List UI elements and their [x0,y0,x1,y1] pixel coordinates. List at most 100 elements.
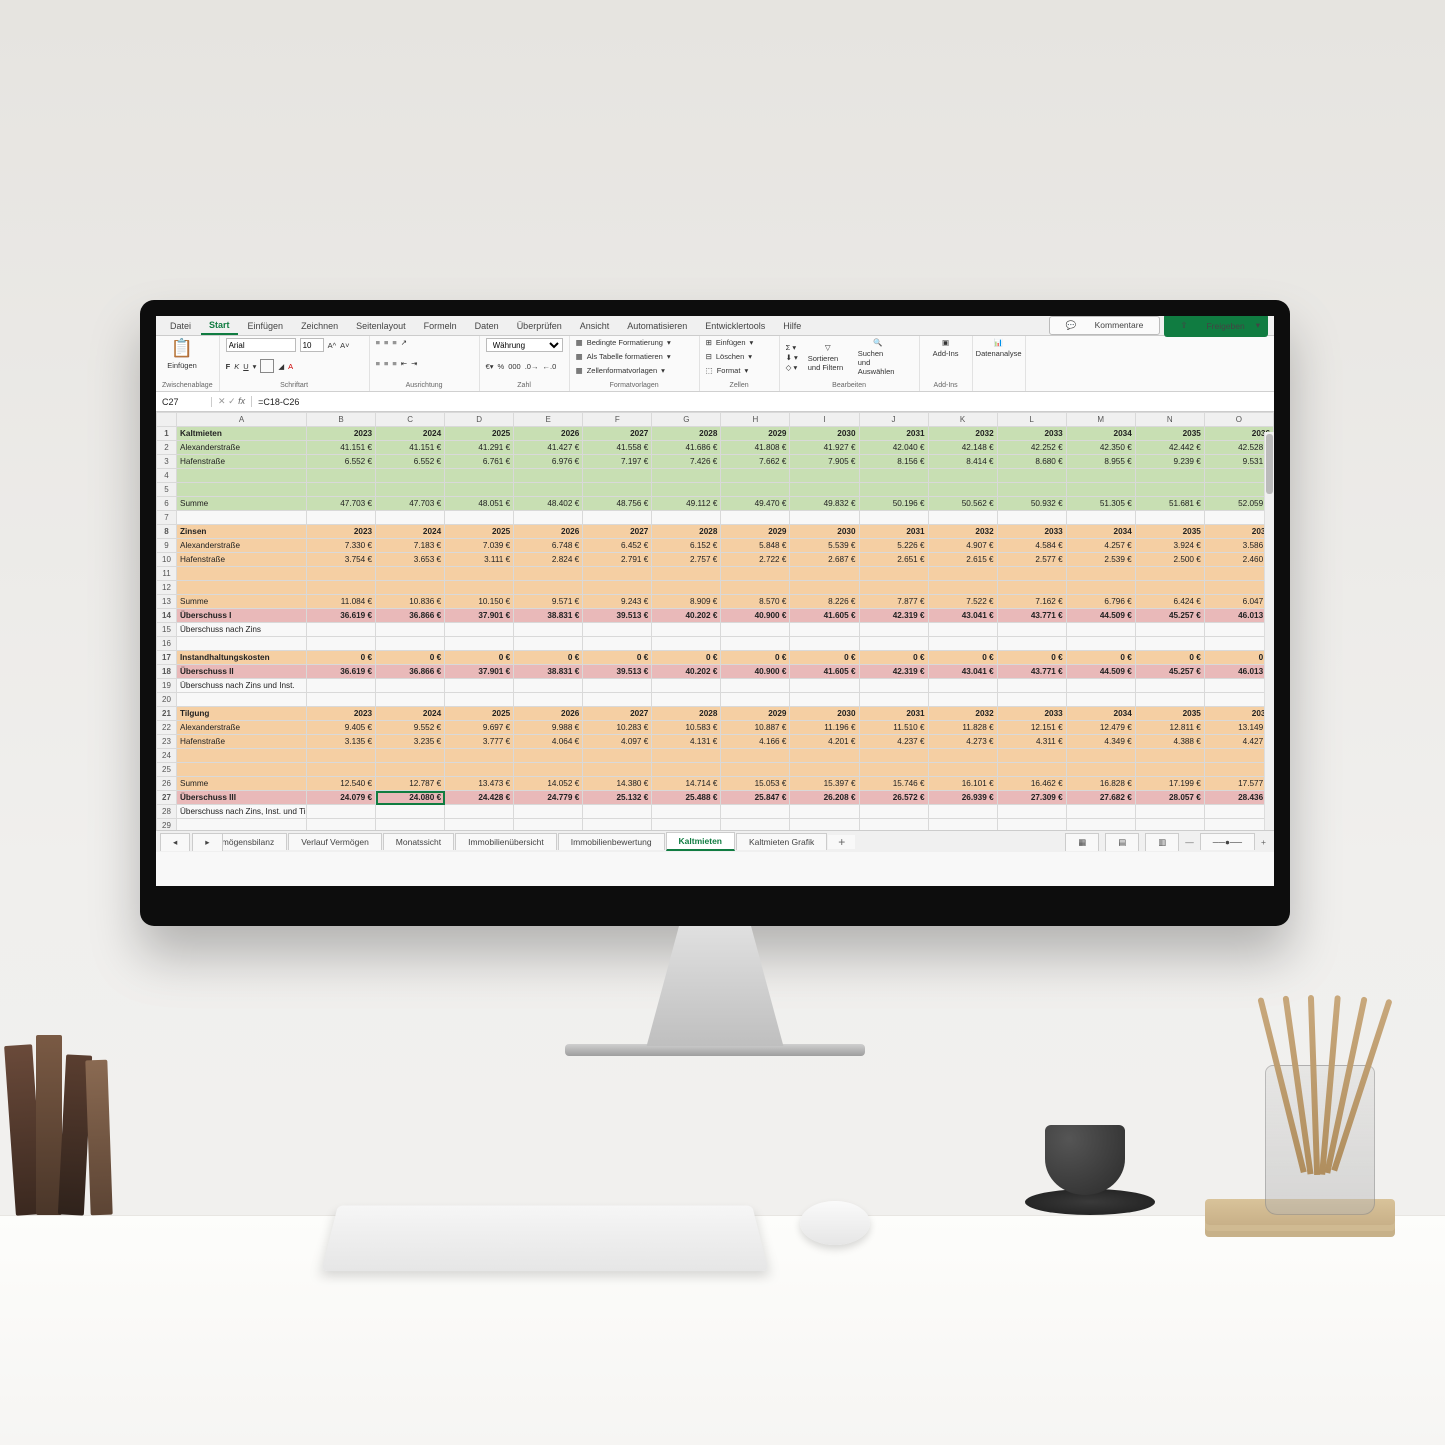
cell[interactable]: 0 € [652,651,721,665]
cell[interactable]: 45.257 € [1135,665,1204,679]
thousands-icon[interactable]: 000 [508,362,521,371]
cell[interactable]: 14.380 € [583,777,652,791]
cell[interactable]: 39.513 € [583,609,652,623]
cell[interactable] [307,679,376,693]
row-header[interactable]: 4 [157,469,177,483]
cell[interactable] [859,469,928,483]
cell[interactable]: 28.057 € [1135,791,1204,805]
row-header[interactable]: 8 [157,525,177,539]
data-analysis-button[interactable]: 📊Datenanalyse [979,338,1019,358]
row-label[interactable]: Hafenstraße [177,455,307,469]
percent-icon[interactable]: % [498,362,505,371]
cell[interactable] [928,763,997,777]
cell[interactable]: 41.927 € [790,441,859,455]
cell[interactable] [514,623,583,637]
cell[interactable]: 8.226 € [790,595,859,609]
cell[interactable] [514,805,583,819]
col-header[interactable]: O [1204,413,1273,427]
cell[interactable]: 37.901 € [445,665,514,679]
cell[interactable]: 6.748 € [514,539,583,553]
cell[interactable] [376,511,445,525]
cell[interactable]: 2024 [376,427,445,441]
row-label[interactable]: Hafenstraße [177,553,307,567]
cell[interactable] [514,567,583,581]
cell[interactable] [859,805,928,819]
cell[interactable] [859,581,928,595]
row-header[interactable]: 28 [157,805,177,819]
cell[interactable]: 0 € [1135,651,1204,665]
row-header[interactable]: 19 [157,679,177,693]
sheet-tab[interactable]: Immobilienübersicht [455,833,557,850]
cell[interactable]: 45.257 € [1135,609,1204,623]
clear-icon[interactable]: ◇ ▾ [786,363,798,372]
cell[interactable]: 25.132 € [583,791,652,805]
cancel-icon[interactable]: ✕ [218,396,226,406]
cell[interactable]: 9.571 € [514,595,583,609]
cell[interactable]: 2032 [928,707,997,721]
cell[interactable] [1066,483,1135,497]
cell[interactable]: 0 € [514,651,583,665]
cell[interactable]: 24.080 € [376,791,445,805]
cell[interactable]: 10.283 € [583,721,652,735]
cell[interactable]: 3.653 € [376,553,445,567]
cell[interactable]: 41.151 € [376,441,445,455]
cell[interactable]: 2023 [307,707,376,721]
cell[interactable] [445,567,514,581]
cell[interactable]: 0 € [997,651,1066,665]
cell[interactable]: 48.051 € [445,497,514,511]
cell[interactable]: 2.824 € [514,553,583,567]
row-header[interactable]: 21 [157,707,177,721]
sheet-tab[interactable]: Kaltmieten Grafik [736,833,827,850]
cell[interactable]: 3.135 € [307,735,376,749]
cell[interactable]: 2023 [307,525,376,539]
cell[interactable]: 7.183 € [376,539,445,553]
cell[interactable]: 6.424 € [1135,595,1204,609]
cell[interactable]: 0 € [445,651,514,665]
cell[interactable] [928,581,997,595]
cell[interactable] [790,567,859,581]
row-header[interactable]: 23 [157,735,177,749]
formula-input[interactable]: =C18-C26 [252,397,1274,407]
cell[interactable] [583,749,652,763]
cell[interactable]: 2028 [652,427,721,441]
row-header[interactable]: 11 [157,567,177,581]
cell[interactable]: 4.907 € [928,539,997,553]
cell[interactable]: 43.041 € [928,609,997,623]
cell[interactable] [997,805,1066,819]
cell[interactable]: 9.405 € [307,721,376,735]
row-header[interactable]: 9 [157,539,177,553]
cell[interactable]: 40.900 € [721,665,790,679]
number-format-select[interactable]: Währung [486,338,563,352]
cell[interactable] [721,679,790,693]
cell[interactable]: 40.202 € [652,665,721,679]
cell[interactable]: 6.761 € [445,455,514,469]
font-color-icon[interactable]: A [288,362,293,371]
cell[interactable]: 39.513 € [583,665,652,679]
cell[interactable]: 10.887 € [721,721,790,735]
cell[interactable]: 2034 [1066,525,1135,539]
cell[interactable] [445,693,514,707]
cell[interactable]: 24.428 € [445,791,514,805]
cell[interactable] [652,805,721,819]
cell[interactable] [1135,483,1204,497]
col-header[interactable]: K [928,413,997,427]
cell[interactable]: 16.828 € [1066,777,1135,791]
cell[interactable]: 2030 [790,427,859,441]
col-header[interactable]: L [997,413,1066,427]
cell[interactable]: 51.681 € [1135,497,1204,511]
cell[interactable] [859,679,928,693]
cell[interactable]: 8.570 € [721,595,790,609]
row-label[interactable] [177,567,307,581]
cell[interactable]: 2025 [445,427,514,441]
cell[interactable]: 2031 [859,427,928,441]
cell[interactable] [445,581,514,595]
cell[interactable]: 49.832 € [790,497,859,511]
font-name-input[interactable] [226,338,296,352]
row-header[interactable]: 13 [157,595,177,609]
row-label[interactable] [177,637,307,651]
row-label[interactable]: Überschuss I [177,609,307,623]
cell[interactable]: 44.509 € [1066,609,1135,623]
cell[interactable] [514,749,583,763]
cell[interactable] [514,637,583,651]
col-header[interactable]: N [1135,413,1204,427]
